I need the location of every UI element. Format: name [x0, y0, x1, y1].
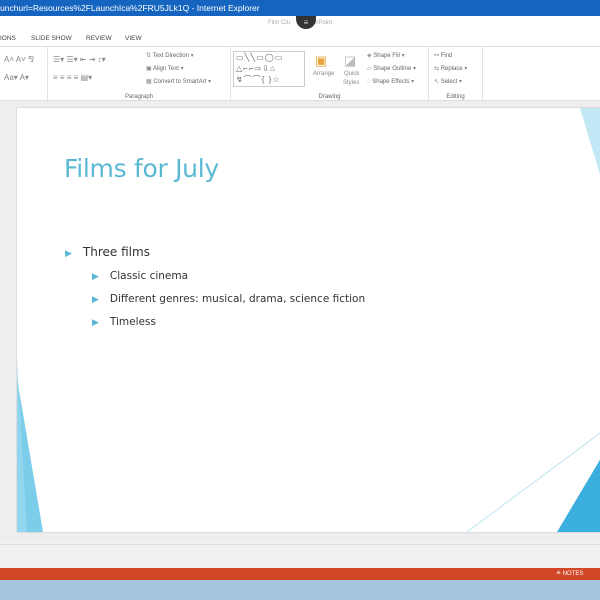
shape-outline-button[interactable]: ▱ Shape Outline ▾: [367, 65, 416, 72]
quick-styles-button-2[interactable]: Styles: [343, 80, 359, 86]
align-text-button[interactable]: ▣ Align Text ▾: [146, 65, 184, 72]
select-button[interactable]: ↖ Select ▾: [434, 78, 462, 85]
arrange-button[interactable]: Arrange: [313, 71, 334, 77]
shape-fill-button[interactable]: ◈ Shape Fill ▾: [367, 52, 405, 59]
browser-title-bar: unchurl=Resources%2FLaunchIca%2FRU5JLk1Q…: [0, 0, 600, 16]
font-size-buttons[interactable]: A˄ A˅ ⅋: [4, 55, 34, 64]
window-title: unchurl=Resources%2FLaunchIca%2FRU5JLk1Q…: [0, 3, 260, 13]
arrange-icon: ▣: [315, 53, 328, 68]
bullet-text: Timeless: [109, 316, 156, 328]
ribbon: A˄ A˅ ⅋ Aa▾ A▾ ☰▾ ☰▾ ⇤ ⇥ ↕▾ ≡ ≡ ≡ ≡ ▤▾ ⇅…: [0, 46, 600, 101]
triangle-bullet-icon: ▶: [92, 272, 99, 282]
slide[interactable]: Films for July ▶ Three films ▶ Classic cin…: [17, 108, 600, 532]
drawing-group: ▭╲╲▭◯▭ △⌐⌐⇨⇩⌂ ↯⌒⌒{ }☆ ▣ Arrange ◪ Quick St…: [231, 47, 429, 101]
document-title: Film Clu: [268, 20, 290, 26]
notes-divider: [0, 544, 600, 545]
tab-review[interactable]: REVIEW: [86, 35, 112, 42]
paragraph-group: ☰▾ ☰▾ ⇤ ⇥ ↕▾ ≡ ≡ ≡ ≡ ▤▾ ⇅ Text Direction…: [48, 47, 231, 101]
bullet-text: Different genres: musical, drama, scienc…: [109, 293, 366, 305]
paragraph-label: Paragraph: [124, 94, 154, 100]
change-case-button[interactable]: Aa▾ A▾: [4, 73, 29, 82]
font-group: A˄ A˅ ⅋ Aa▾ A▾: [0, 47, 48, 101]
cursor-icon: ↖: [434, 79, 440, 85]
notes-icon: ≗: [556, 571, 562, 577]
triangle-bullet-icon: ▶: [92, 318, 99, 328]
tab-view[interactable]: VIEW: [125, 35, 142, 42]
hamburger-icon[interactable]: ≡: [296, 16, 316, 29]
notes-button[interactable]: ≗ NOTES: [556, 568, 583, 580]
status-bar: ≗ NOTES: [0, 568, 600, 580]
shapes-gallery[interactable]: ▭╲╲▭◯▭ △⌐⌐⇨⇩⌂ ↯⌒⌒{ }☆: [233, 51, 305, 87]
drawing-label: Drawing: [318, 94, 341, 100]
slide-editing-area: Films for July ▶ Three films ▶ Classic cin…: [0, 101, 600, 540]
ribbon-tabs: IONS SLIDE SHOW REVIEW VIEW: [0, 33, 200, 45]
bullet-level-2[interactable]: ▶ Classic cinema: [92, 270, 188, 282]
replace-icon: ⇆: [434, 66, 440, 72]
app-header: Film Clu erPoint ≡ IONS SLIDE SHOW REVIE…: [0, 16, 600, 46]
quick-styles-icon: ◪: [344, 53, 357, 68]
binoculars-icon: ⚯: [434, 53, 440, 59]
triangle-bullet-icon: ▶: [92, 295, 99, 305]
find-button[interactable]: ⚯ Find: [434, 52, 452, 59]
quick-styles-button[interactable]: Quick: [344, 71, 359, 77]
slide-title[interactable]: Films for July: [64, 154, 219, 183]
tab-animations[interactable]: IONS: [0, 35, 16, 42]
bullet-level-1[interactable]: ▶ Three films: [65, 245, 150, 259]
editing-group: ⚯ Find ⇆ Replace ▾ ↖ Select ▾ Editing: [429, 47, 483, 101]
taskbar: [0, 580, 600, 600]
triangle-bullet-icon: ▶: [65, 249, 72, 259]
bullet-level-2[interactable]: ▶ Different genres: musical, drama, scien…: [92, 293, 365, 305]
tab-slide-show[interactable]: SLIDE SHOW: [31, 35, 72, 42]
shape-effects-button[interactable]: ◌ Shape Effects ▾: [367, 78, 414, 85]
align-buttons[interactable]: ≡ ≡ ≡ ≡ ▤▾: [53, 73, 92, 82]
bullet-level-2[interactable]: ▶ Timeless: [92, 316, 156, 328]
list-buttons[interactable]: ☰▾ ☰▾ ⇤ ⇥ ↕▾: [53, 55, 106, 64]
replace-button[interactable]: ⇆ Replace ▾: [434, 65, 467, 72]
bullet-text: Three films: [82, 245, 150, 259]
document-title-suffix: erPoint: [313, 20, 333, 26]
convert-smartart-button[interactable]: ▦ Convert to SmartArt ▾: [146, 78, 211, 85]
text-direction-button[interactable]: ⇅ Text Direction ▾: [146, 52, 194, 59]
editing-label: Editing: [446, 94, 465, 100]
bullet-text: Classic cinema: [109, 270, 189, 282]
notes-label: NOTES: [562, 571, 584, 577]
